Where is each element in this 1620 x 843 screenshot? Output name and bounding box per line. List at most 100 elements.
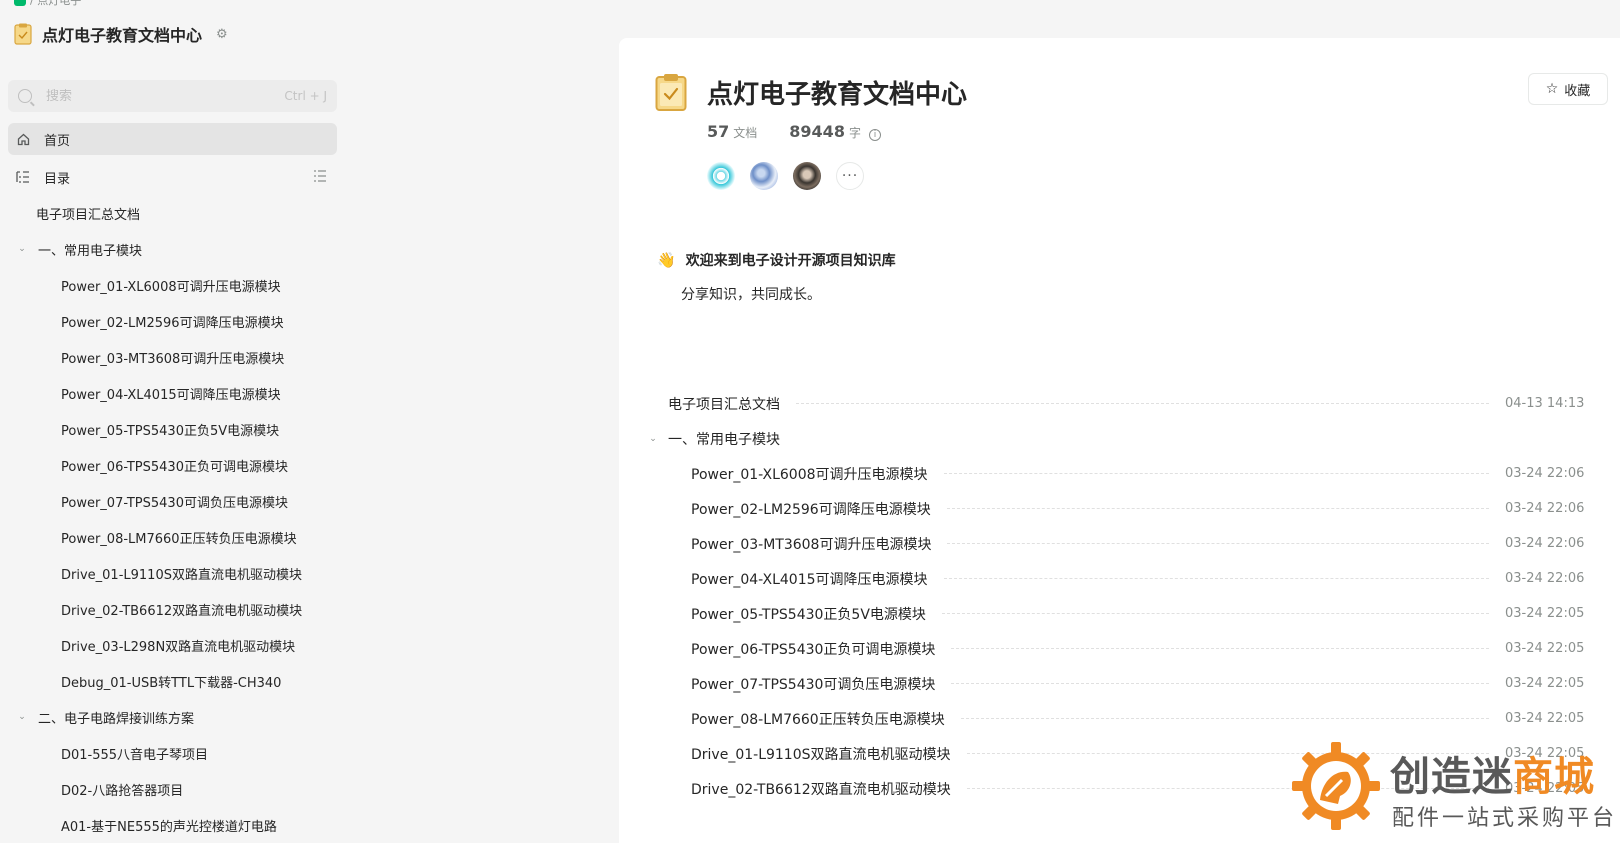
catalog-item-title: Drive_02-TB6612双路直流电机驱动模块 [691, 781, 951, 798]
tree-item[interactable]: Debug_01-USB转TTL下载器-CH340 [8, 663, 337, 699]
tree-item[interactable]: 电子项目汇总文档 [8, 195, 337, 231]
page-title: 点灯电子教育文档中心 [707, 80, 968, 110]
gear-logo-icon [1292, 742, 1380, 830]
more-members-button[interactable]: ··· [836, 162, 864, 190]
tree-item[interactable]: Drive_02-TB6612双路直流电机驱动模块 [8, 591, 337, 627]
dotted-leader [960, 718, 1489, 719]
tree-group[interactable]: ⌄ 一、常用电子模块 [8, 231, 337, 267]
catalog-row[interactable]: Power_08-LM7660正压转负压电源模块 03-24 22:05 [647, 701, 1585, 736]
avatar[interactable] [750, 162, 778, 190]
catalog-item-date: 03-24 22:05 [1505, 711, 1585, 726]
tree-item-label: Drive_01-L9110S双路直流电机驱动模块 [61, 567, 302, 583]
chevron-down-icon[interactable]: ⌄ [16, 712, 28, 722]
favorite-button-label: 收藏 [1564, 83, 1591, 99]
watermark-brand: 创造迷商城 [1390, 744, 1595, 802]
catalog-item-title: 电子项目汇总文档 [668, 396, 780, 413]
catalog-row[interactable]: Power_06-TPS5430正负可调电源模块 03-24 22:05 [647, 631, 1584, 666]
search-icon [18, 89, 32, 103]
search-box[interactable]: Ctrl + J [8, 80, 337, 112]
catalog-row[interactable]: Power_03-MT3608可调升压电源模块 03-24 22:06 [647, 526, 1585, 561]
catalog-group[interactable]: ⌄ 一、常用电子模块 [647, 421, 1577, 456]
tree-item[interactable]: Power_01-XL6008可调升压电源模块 [8, 267, 337, 303]
clipboard-book-icon [655, 74, 687, 111]
clipboard-book-icon [14, 23, 32, 45]
dotted-leader [946, 508, 1489, 509]
tree-item[interactable]: A01-基于NE555的声光控楼道灯电路 [8, 807, 337, 843]
tree-item[interactable]: Power_06-TPS5430正负可调电源模块 [8, 447, 337, 483]
star-icon: ☆ [1545, 81, 1559, 97]
catalog-item-date: 04-13 14:13 [1505, 396, 1585, 411]
words-unit: 字 [848, 126, 861, 140]
nav-home[interactable]: 首页 [8, 123, 337, 155]
tree-item[interactable]: Power_08-LM7660正压转负压电源模块 [8, 519, 337, 555]
chevron-down-icon[interactable]: ⌄ [16, 244, 28, 254]
tree-item-label: Power_05-TPS5430正负5V电源模块 [61, 423, 280, 439]
tree-item-label: D01-555八音电子琴项目 [61, 747, 209, 763]
catalog-row[interactable]: Power_02-LM2596可调降压电源模块 03-24 22:06 [647, 491, 1584, 526]
waving-hand-icon: 👋 [657, 251, 676, 269]
welcome-title: 欢迎来到电子设计开源项目知识库 [685, 253, 896, 269]
search-input[interactable] [46, 88, 285, 104]
tree-item[interactable]: Drive_01-L9110S双路直流电机驱动模块 [8, 555, 337, 591]
tree-item-label: Power_03-MT3608可调升压电源模块 [61, 351, 285, 367]
breadcrumb-text: / 点灯电子 [30, 0, 82, 7]
catalog-row[interactable]: Power_05-TPS5430正负5V电源模块 03-24 22:05 [647, 596, 1585, 631]
catalog-row[interactable]: Power_04-XL4015可调降压电源模块 03-24 22:06 [647, 561, 1585, 596]
catalog-item-date: 03-24 22:06 [1505, 536, 1585, 551]
chevron-down-icon[interactable]: ⌄ [647, 434, 659, 444]
nav-home-label: 首页 [44, 133, 71, 149]
tree-item-label: Power_07-TPS5430可调负压电源模块 [61, 495, 288, 511]
breadcrumb[interactable]: / 点灯电子 [14, 0, 81, 8]
tree-item-label: Power_02-LM2596可调降压电源模块 [61, 315, 284, 331]
welcome-heading: 👋 欢迎来到电子设计开源项目知识库 [657, 250, 896, 270]
catalog-item-title: Power_07-TPS5430可调负压电源模块 [691, 676, 936, 693]
catalog-item-title: Drive_01-L9110S双路直流电机驱动模块 [691, 746, 951, 763]
tree-item[interactable]: Power_07-TPS5430可调负压电源模块 [8, 483, 337, 519]
tree-item-label: Power_06-TPS5430正负可调电源模块 [61, 459, 288, 475]
main-content: 点灯电子教育文档中心 ☆ 收藏 57 文档 89448 字 i ··· 👋 欢迎… [619, 38, 1620, 843]
catalog-group-title: 一、常用电子模块 [668, 431, 780, 448]
tree-item-label: Power_08-LM7660正压转负压电源模块 [61, 531, 297, 547]
dotted-leader [943, 578, 1489, 579]
knowledge-base-title[interactable]: 点灯电子教育文档中心 [42, 22, 202, 46]
kb-stats: 57 文档 89448 字 i [707, 122, 881, 141]
catalog-item-title: Power_02-LM2596可调降压电源模块 [691, 501, 931, 518]
dotted-leader [951, 648, 1489, 649]
catalog-item-date: 03-24 22:06 [1505, 571, 1585, 586]
avatar[interactable] [707, 162, 735, 190]
tree-item[interactable]: Power_02-LM2596可调降压电源模块 [8, 303, 337, 339]
dotted-leader [947, 543, 1489, 544]
app-logo-icon [14, 0, 26, 6]
tree-item[interactable]: Power_03-MT3608可调升压电源模块 [8, 339, 337, 375]
dotted-leader [796, 403, 1489, 404]
docs-count: 57 [707, 122, 730, 141]
catalog-row[interactable]: 电子项目汇总文档 04-13 14:13 [647, 386, 1585, 421]
home-icon [16, 132, 30, 146]
catalog-row[interactable]: Power_07-TPS5430可调负压电源模块 03-24 22:05 [647, 666, 1584, 701]
toc-collapse-icon[interactable] [313, 169, 327, 185]
tree-item-label: 电子项目汇总文档 [36, 207, 141, 223]
tree-item-label: Power_01-XL6008可调升压电源模块 [61, 279, 281, 295]
settings-icon[interactable]: ⚙ [216, 27, 228, 42]
catalog-row[interactable]: Power_01-XL6008可调升压电源模块 03-24 22:06 [647, 456, 1584, 491]
favorite-button[interactable]: ☆ 收藏 [1528, 73, 1608, 105]
knowledge-base-header: 点灯电子教育文档中心 ⚙ [14, 22, 228, 46]
tree-group[interactable]: ⌄ 二、电子电路焊接训练方案 [8, 699, 337, 735]
toc-icon [16, 170, 30, 184]
catalog-item-date: 03-24 22:05 [1505, 606, 1585, 621]
tree-item-label: D02-八路抢答器项目 [61, 783, 184, 799]
avatar[interactable] [793, 162, 821, 190]
catalog-item-title: Power_05-TPS5430正负5V电源模块 [691, 606, 926, 623]
info-icon[interactable]: i [868, 129, 881, 141]
tree-item[interactable]: Power_05-TPS5430正负5V电源模块 [8, 411, 337, 447]
welcome-subtitle: 分享知识，共同成长。 [681, 287, 821, 303]
dotted-leader [943, 473, 1489, 474]
tree-item[interactable]: D01-555八音电子琴项目 [8, 735, 337, 771]
docs-unit: 文档 [733, 126, 758, 140]
tree-item[interactable]: Power_04-XL4015可调降压电源模块 [8, 375, 337, 411]
nav-toc-label: 目录 [44, 171, 71, 187]
nav-toc[interactable]: 目录 [8, 161, 337, 193]
tree-item-label: Drive_02-TB6612双路直流电机驱动模块 [61, 603, 303, 619]
tree-item[interactable]: Drive_03-L298N双路直流电机驱动模块 [8, 627, 337, 663]
tree-item[interactable]: D02-八路抢答器项目 [8, 771, 337, 807]
